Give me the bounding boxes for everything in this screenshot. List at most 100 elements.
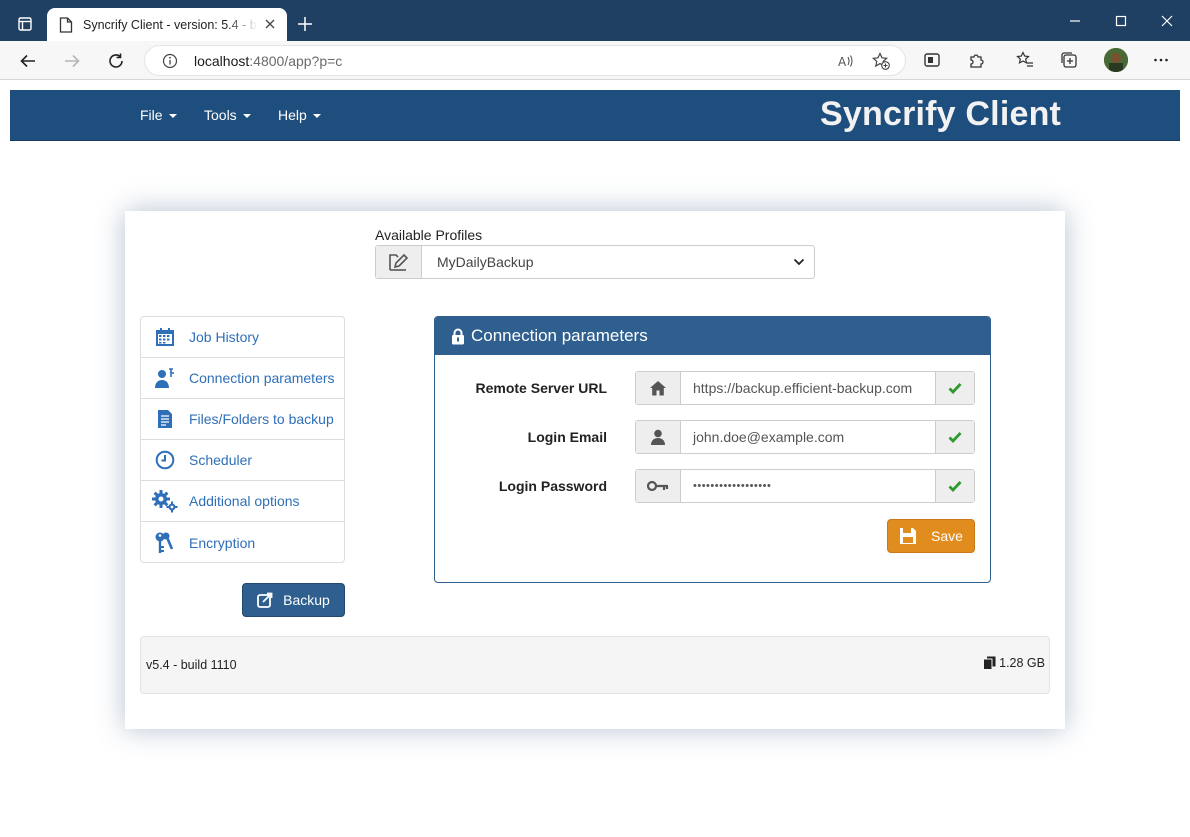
close-window-button[interactable]	[1156, 10, 1178, 32]
arrow-right-icon	[65, 54, 80, 68]
sidebar-item-label: Job History	[189, 329, 260, 345]
favorite-add-icon[interactable]	[872, 52, 890, 70]
extension-button[interactable]	[922, 50, 942, 70]
key-icon	[647, 480, 669, 492]
user-icon	[651, 429, 665, 445]
sidebar-item-label: Encryption	[189, 534, 256, 551]
sidebar-item-label: Connection parameters	[189, 370, 335, 386]
field-row-login-email: Login Email john.doe@example.com	[435, 420, 990, 454]
status-footer: v5.4 - build 1110 1.28 GB	[140, 636, 1050, 694]
server-url-input[interactable]: https://backup.efficient-backup.com	[681, 372, 935, 404]
server-url-label: Remote Server URL	[475, 380, 608, 396]
menu-tools[interactable]: Tools	[204, 107, 251, 123]
menu-help[interactable]: Help	[278, 107, 321, 123]
keys-icon	[155, 532, 174, 553]
login-password-group: ••••••••••••••••••	[635, 469, 975, 503]
check-icon	[948, 481, 962, 492]
version-text: v5.4 - build 1110	[146, 658, 237, 672]
server-url-group: https://backup.efficient-backup.com	[635, 371, 975, 405]
menu-file-label: File	[140, 107, 163, 123]
arrow-left-icon	[20, 54, 35, 68]
browser-tab[interactable]: Syncrify Client - version: 5.4 - build 1…	[47, 8, 287, 41]
field-row-login-password: Login Password ••••••••••••••••••	[435, 469, 990, 503]
sidebar-item-label: Additional options	[189, 493, 300, 509]
read-aloud-icon[interactable]: A	[837, 52, 855, 70]
sidebar-item-scheduler[interactable]: Scheduler	[141, 440, 344, 481]
copy-files-icon	[983, 656, 996, 670]
chevron-down-icon	[784, 246, 814, 278]
sidebar-item-job-history[interactable]: Job History	[141, 317, 344, 358]
profile-select-value: MyDailyBackup	[437, 254, 534, 270]
menu-tools-label: Tools	[204, 107, 237, 123]
new-tab-icon[interactable]	[295, 14, 315, 34]
sidebar-item-label: Scheduler	[189, 452, 253, 468]
extension-app-icon	[924, 53, 940, 67]
menu-help-label: Help	[278, 107, 307, 123]
clock-icon	[155, 450, 175, 470]
menu-file[interactable]: File	[140, 107, 177, 123]
panel-header: Connection parameters	[435, 317, 990, 355]
more-icon	[1154, 58, 1168, 62]
save-button-label: Save	[931, 528, 963, 544]
svg-text:A: A	[838, 55, 847, 69]
sidebar-item-files-folders[interactable]: Files/Folders to backup	[141, 399, 344, 440]
close-window-icon	[1161, 15, 1173, 27]
browser-toolbar: localhost:4800/app?p=c A	[0, 41, 1190, 80]
check-icon	[948, 383, 962, 394]
app-brand: Syncrify Client	[820, 95, 1062, 133]
forward-button[interactable]	[60, 49, 84, 73]
connection-panel: Connection parameters Remote Server URL …	[434, 316, 991, 583]
maximize-icon	[1115, 15, 1127, 27]
extensions-button[interactable]	[967, 50, 987, 70]
login-password-input[interactable]: ••••••••••••••••••	[681, 470, 935, 502]
app-navbar: File Tools Help Syncrify Client	[10, 90, 1180, 141]
profile-avatar[interactable]	[1104, 48, 1128, 72]
collections-icon	[1061, 52, 1077, 68]
lock-icon	[452, 328, 464, 344]
info-icon[interactable]	[162, 53, 178, 69]
sidebar-menu: Job History Connection parameters Files/…	[140, 316, 345, 563]
caret-down-icon	[168, 114, 177, 118]
minimize-button[interactable]	[1064, 10, 1086, 32]
profile-select[interactable]: MyDailyBackup	[375, 245, 815, 279]
tab-actions-icon	[18, 17, 32, 31]
check-icon	[948, 432, 962, 443]
panel-title: Connection parameters	[471, 326, 648, 345]
user-network-icon	[155, 368, 174, 388]
caret-down-icon	[242, 114, 251, 118]
caret-down-icon	[312, 114, 321, 118]
sidebar-item-label: Files/Folders to backup	[189, 411, 334, 427]
maximize-button[interactable]	[1110, 10, 1132, 32]
backup-button-label: Backup	[283, 592, 330, 608]
settings-more-button[interactable]	[1151, 50, 1171, 70]
avatar-image	[1104, 48, 1128, 72]
puzzle-icon	[970, 54, 984, 68]
main-card: Available Profiles MyDailyBackup Job His…	[125, 211, 1065, 729]
collections-button[interactable]	[1059, 50, 1079, 70]
field-row-server-url: Remote Server URL https://backup.efficie…	[435, 371, 990, 405]
back-button[interactable]	[16, 49, 40, 73]
save-button[interactable]: Save	[887, 519, 975, 553]
profiles-label: Available Profiles	[375, 227, 483, 243]
address-bar[interactable]: localhost:4800/app?p=c A	[144, 45, 906, 76]
login-email-label: Login Email	[527, 429, 607, 445]
sidebar-item-additional-options[interactable]: Additional options	[141, 481, 344, 522]
edit-external-icon	[257, 592, 273, 608]
floppy-disk-icon	[900, 528, 917, 544]
edit-profile-icon	[388, 253, 408, 271]
sidebar-item-connection-parameters[interactable]: Connection parameters	[141, 358, 344, 399]
storage-size: 1.28 GB	[983, 656, 1045, 670]
tab-title: Syncrify Client - version: 5.4 - build 1…	[83, 17, 258, 32]
page-icon	[59, 16, 73, 33]
backup-button[interactable]: Backup	[242, 583, 345, 617]
favorites-button[interactable]	[1015, 50, 1035, 70]
sidebar-item-encryption[interactable]: Encryption	[141, 522, 344, 563]
gears-icon	[152, 490, 178, 513]
close-tab-icon[interactable]	[263, 17, 277, 31]
refresh-button[interactable]	[104, 49, 128, 73]
tab-actions-button[interactable]	[10, 11, 40, 37]
login-email-input[interactable]: john.doe@example.com	[681, 421, 935, 453]
login-password-label: Login Password	[498, 478, 607, 494]
profile-addon	[376, 246, 422, 278]
refresh-icon	[109, 53, 123, 68]
